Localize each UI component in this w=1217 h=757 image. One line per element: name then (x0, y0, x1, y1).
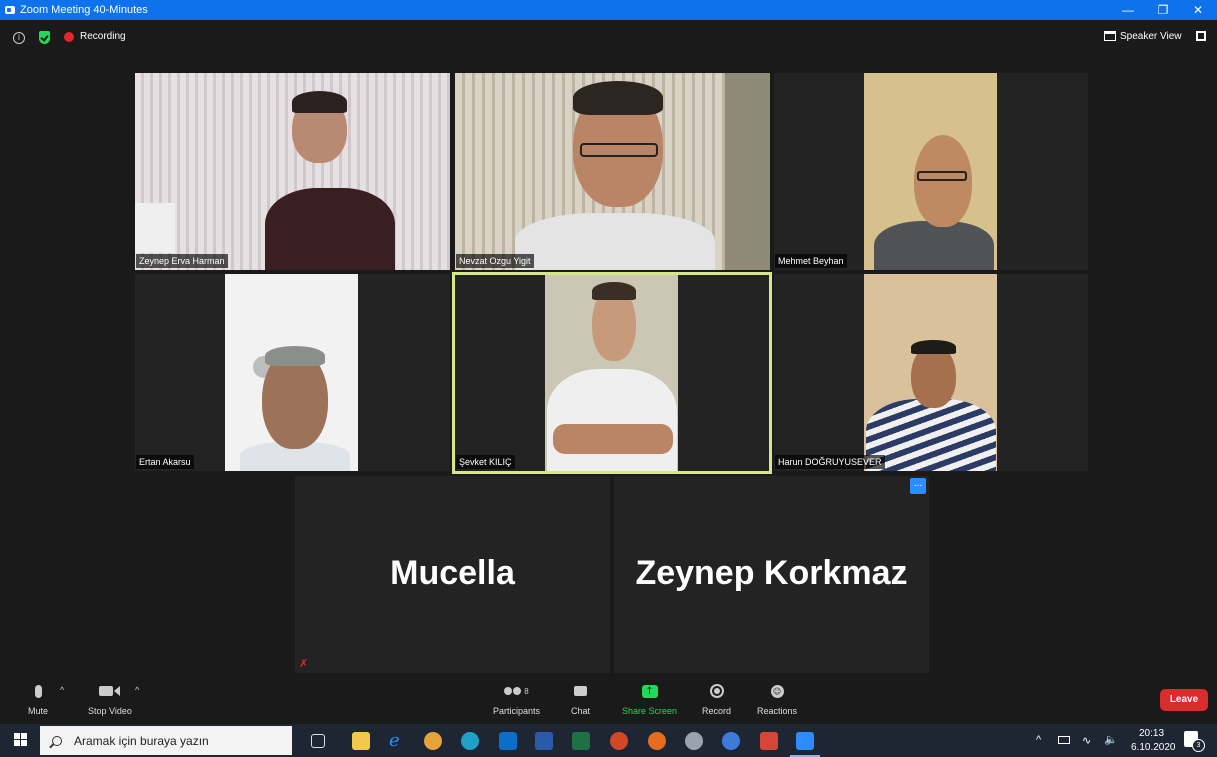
participant-name-label: Ertan Akarsu (136, 455, 194, 469)
info-icon[interactable]: i (13, 32, 25, 44)
mute-label: Mute (28, 706, 49, 716)
share-screen-button[interactable]: ↑ Share Screen (622, 682, 677, 716)
video-camera-icon (99, 682, 121, 700)
outlook-icon[interactable] (499, 732, 517, 750)
more-options-button[interactable]: ... (910, 478, 926, 494)
video-tile[interactable]: Mehmet Beyhan (774, 73, 1088, 270)
participant-name-label: Harun DOĞRUYUSEVER (775, 455, 885, 469)
audio-options-chevron-icon[interactable]: ^ (60, 685, 64, 695)
windows-taskbar: Aramak için buraya yazın e ^ ∿ 🔈 20:13 6… (0, 724, 1217, 757)
chrome-icon[interactable] (424, 732, 442, 750)
meeting-toolbar: Mute ^ Stop Video ^ 8 Participants Chat … (0, 676, 1217, 724)
internet-explorer-icon[interactable]: e (389, 732, 407, 750)
reactions-smiley-icon: ☺ (770, 682, 784, 700)
participants-button[interactable]: 8 Participants (493, 682, 541, 717)
security-shield-icon[interactable] (39, 31, 50, 44)
meeting-topbar: i Recording Speaker View (0, 20, 1217, 55)
edge-icon[interactable] (461, 732, 479, 750)
zoom-app-icon (5, 6, 15, 14)
mute-button[interactable]: Mute (28, 682, 48, 716)
share-screen-icon: ↑ (641, 682, 658, 700)
clock-time[interactable]: 20:13 (1139, 728, 1164, 739)
video-tile[interactable]: Nevzat Ozgu Yigit (455, 73, 770, 270)
minimize-icon[interactable]: — (1113, 0, 1143, 20)
excel-icon[interactable] (572, 732, 590, 750)
participants-icon: 8 (504, 682, 529, 700)
muted-mic-icon: ✗ (299, 658, 309, 670)
wifi-icon[interactable]: ∿ (1082, 734, 1091, 747)
notification-count-badge: 3 (1192, 739, 1205, 752)
speaker-view-button[interactable]: Speaker View (1104, 25, 1184, 47)
active-speaker-border (452, 272, 772, 474)
speaker-view-label: Speaker View (1120, 30, 1182, 42)
video-tile[interactable]: Harun DOĞRUYUSEVER (774, 274, 1088, 471)
fullscreen-icon[interactable] (1196, 31, 1206, 41)
volume-icon[interactable]: 🔈 (1104, 733, 1118, 746)
paint-icon[interactable] (685, 732, 703, 750)
taskbar-search-input[interactable]: Aramak için buraya yazın (40, 726, 292, 755)
app-icon[interactable] (722, 732, 740, 750)
window-title: Zoom Meeting 40-Minutes (20, 4, 148, 16)
grid-view-icon (1104, 31, 1116, 41)
close-icon[interactable]: ✕ (1183, 0, 1213, 20)
firefox-icon[interactable] (648, 732, 666, 750)
video-tile[interactable]: Zeynep Korkmaz (614, 476, 929, 673)
participants-label: Participants (493, 706, 541, 716)
show-hidden-icons-chevron-icon[interactable]: ^ (1036, 734, 1041, 746)
clock-date[interactable]: 6.10.2020 (1131, 742, 1176, 753)
video-tile[interactable]: Zeynep Erva Harman (135, 73, 450, 270)
reactions-label: Reactions (757, 706, 798, 716)
video-tile[interactable]: Ertan Akarsu (135, 274, 450, 471)
leave-button[interactable]: Leave (1160, 689, 1208, 711)
share-screen-label: Share Screen (622, 706, 678, 716)
title-bar: Zoom Meeting 40-Minutes — ❐ ✕ (0, 0, 1217, 20)
participant-name-label: Nevzat Ozgu Yigit (456, 254, 534, 268)
search-placeholder: Aramak için buraya yazın (74, 733, 209, 748)
file-explorer-icon[interactable] (352, 732, 370, 750)
participants-count: 8 (524, 686, 529, 696)
windows-start-icon[interactable] (14, 733, 28, 747)
search-icon (52, 735, 62, 746)
word-icon[interactable] (535, 732, 553, 750)
recording-icon (64, 32, 74, 42)
chat-button[interactable]: Chat (571, 682, 590, 716)
record-label: Record (702, 706, 732, 716)
chat-label: Chat (571, 706, 591, 716)
participant-display-name: Zeynep Korkmaz (635, 554, 908, 592)
video-options-chevron-icon[interactable]: ^ (135, 685, 139, 695)
powerpoint-icon[interactable] (610, 732, 628, 750)
stop-video-button[interactable]: Stop Video (88, 682, 132, 716)
reactions-button[interactable]: ☺ Reactions (757, 682, 797, 716)
video-tile[interactable]: Mucella ✗ (295, 476, 610, 673)
task-view-icon[interactable] (311, 734, 325, 748)
battery-icon[interactable] (1058, 736, 1070, 744)
recording-label: Recording (80, 31, 126, 42)
record-button[interactable]: Record (702, 682, 731, 716)
chat-bubble-icon (574, 682, 587, 700)
restore-icon[interactable]: ❐ (1148, 0, 1178, 20)
record-icon (709, 682, 724, 700)
participant-display-name: Mucella (390, 554, 515, 592)
microphone-icon (34, 682, 42, 700)
security-app-icon[interactable] (760, 732, 778, 750)
participant-name-label: Zeynep Erva Harman (136, 254, 228, 268)
participant-name-label: Mehmet Beyhan (775, 254, 847, 268)
stop-video-label: Stop Video (88, 706, 132, 716)
zoom-taskbar-icon[interactable] (796, 732, 814, 750)
